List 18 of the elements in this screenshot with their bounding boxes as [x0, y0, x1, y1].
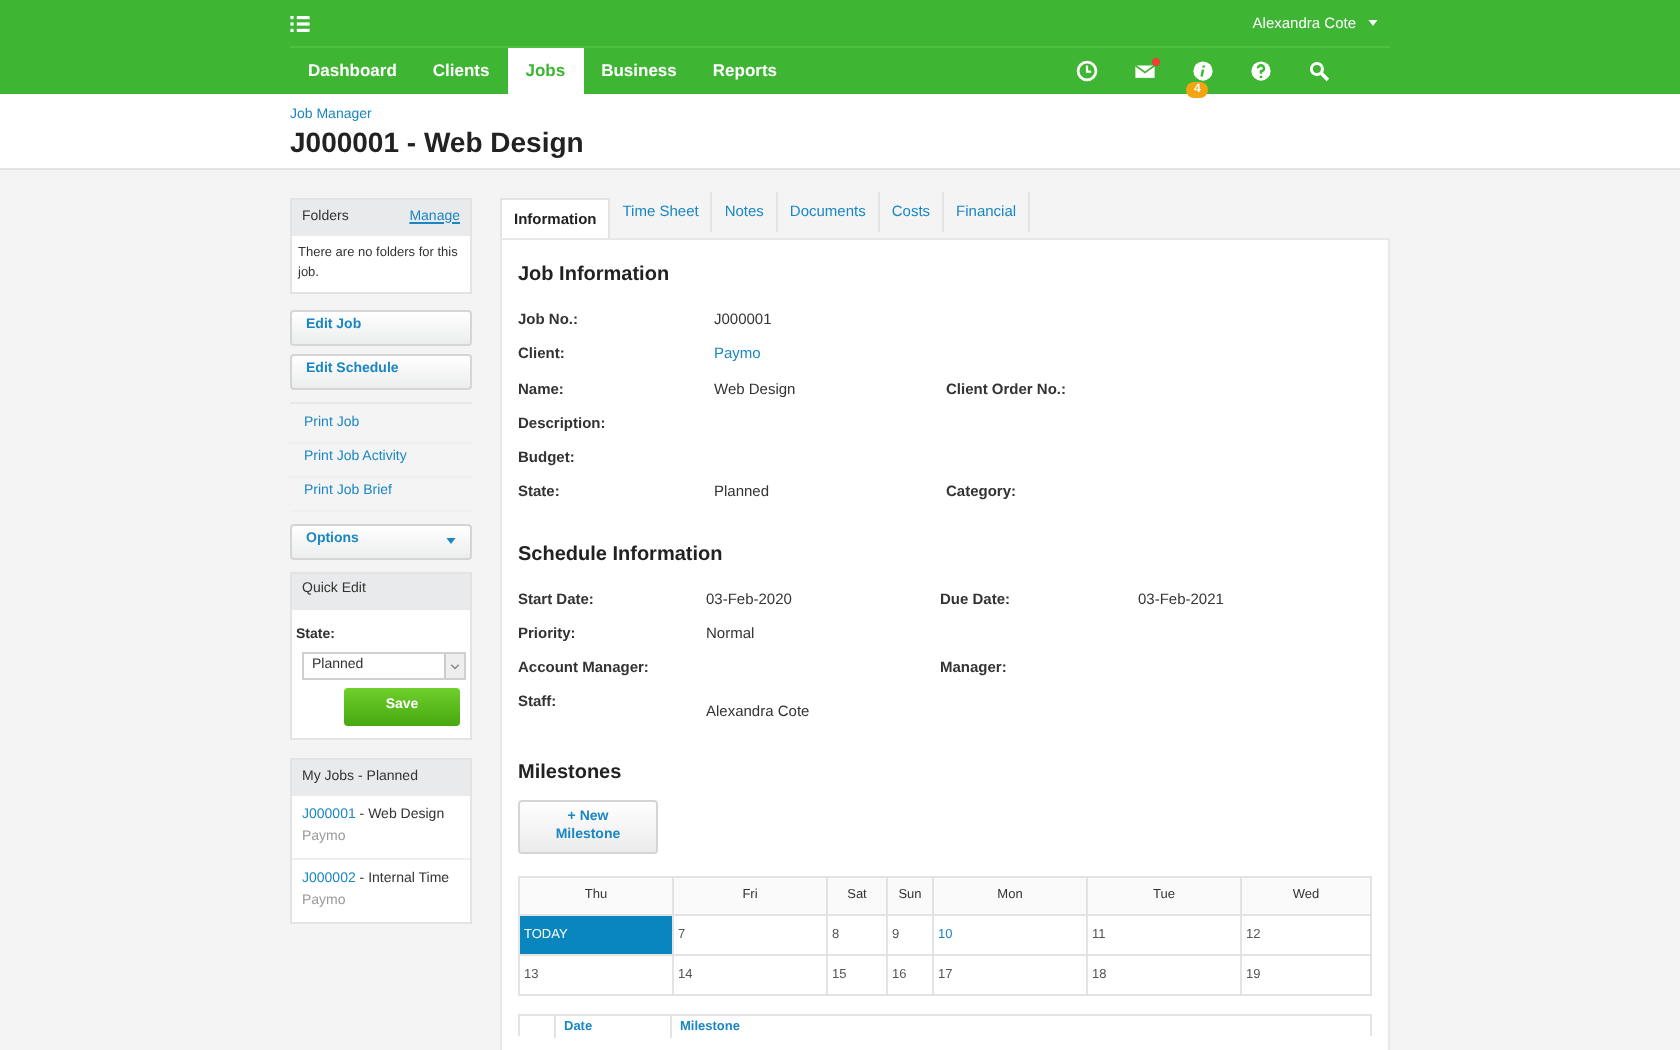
nav-tab[interactable]: Business — [583, 48, 695, 94]
section-title: Job Information — [518, 262, 672, 290]
nav-tab[interactable]: Clients — [414, 48, 508, 94]
nav-tab[interactable]: Dashboard — [290, 48, 415, 94]
clock-icon[interactable] — [1076, 60, 1098, 82]
mail-icon[interactable] — [1134, 60, 1156, 82]
caret-icon — [1368, 20, 1378, 26]
page-title: J000001 - Web Design — [290, 124, 586, 160]
menu-icon[interactable] — [290, 15, 310, 31]
help-icon[interactable] — [1250, 60, 1272, 82]
nav-tab[interactable]: Jobs — [507, 48, 584, 94]
search-icon[interactable] — [1308, 60, 1330, 82]
caret-icon — [446, 538, 456, 544]
chevron-down-icon — [450, 663, 460, 669]
section-title: Milestones — [518, 759, 624, 787]
section-title: Schedule Information — [518, 541, 725, 569]
nav-tab[interactable]: Reports — [694, 48, 796, 94]
info-icon[interactable] — [1192, 60, 1214, 82]
